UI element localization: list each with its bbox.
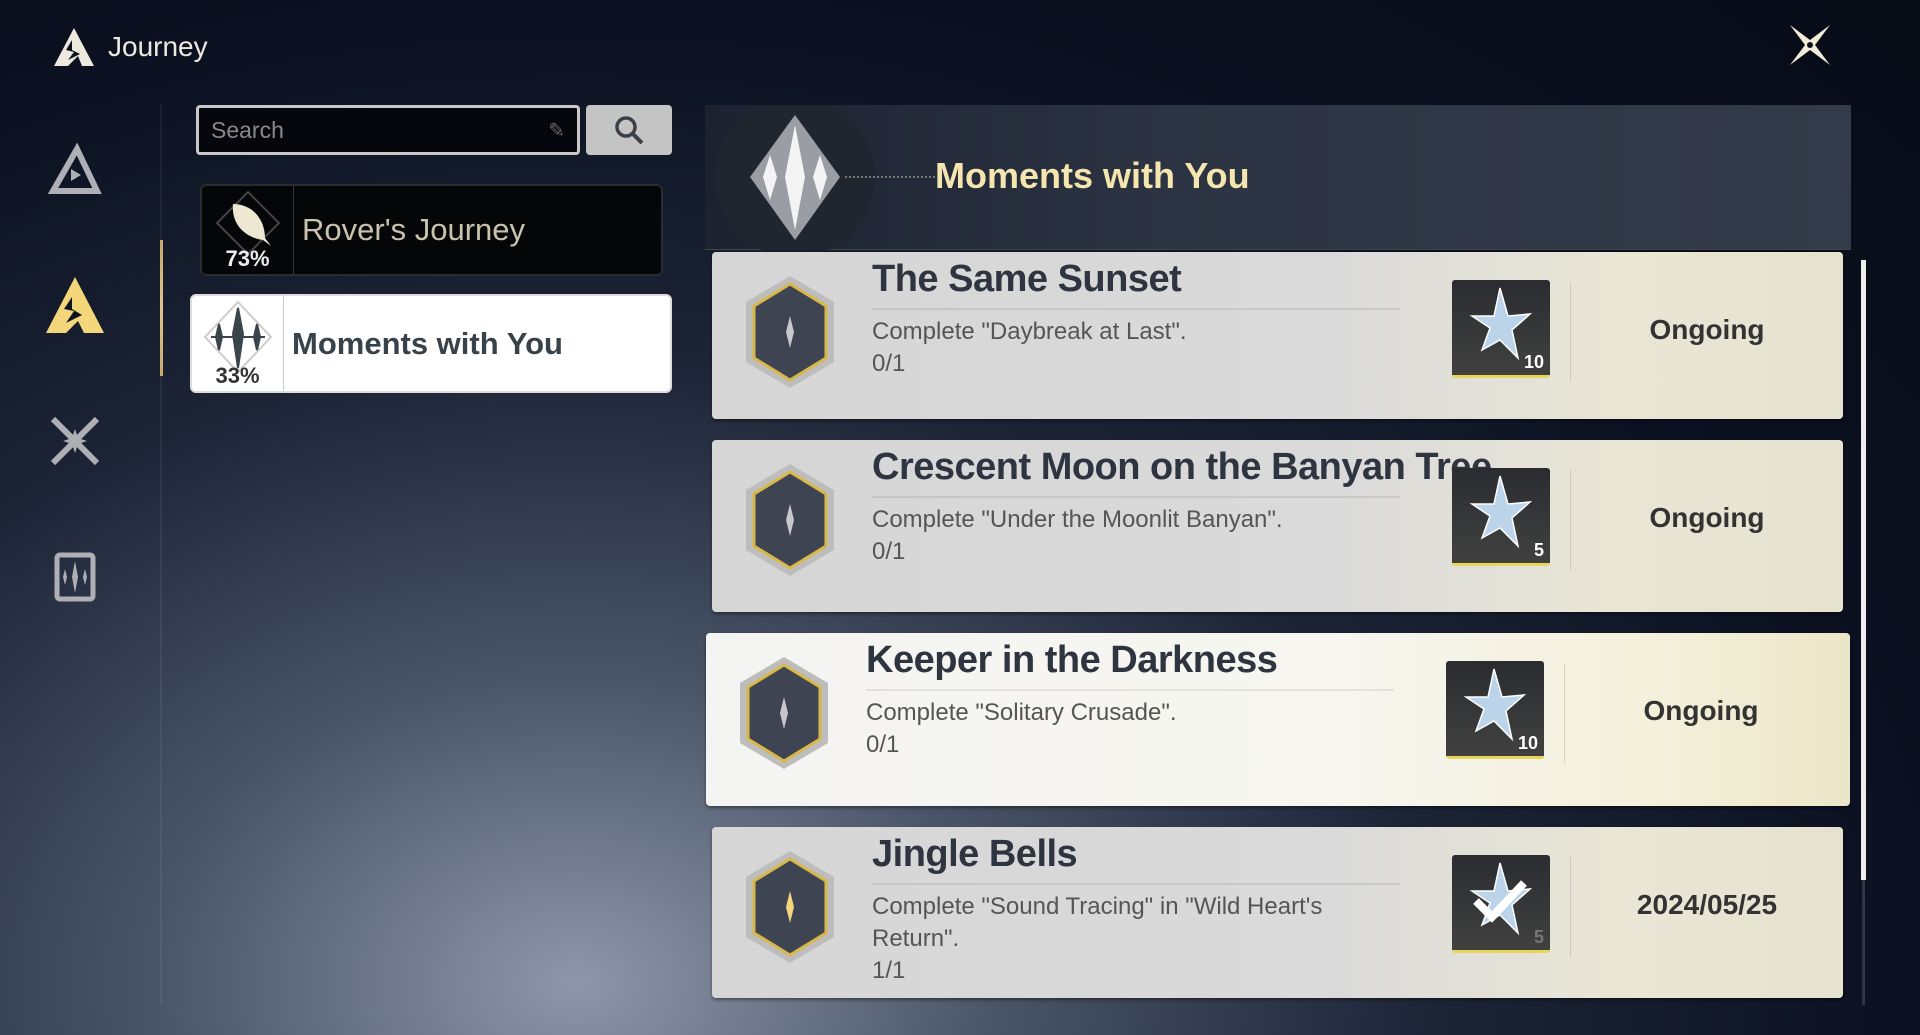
reward-count: 10 bbox=[1523, 352, 1544, 372]
reward-count: 10 bbox=[1517, 733, 1538, 753]
achievement-title: Jingle Bells bbox=[872, 833, 1078, 875]
reward-count: 5 bbox=[1533, 540, 1544, 560]
reward-item[interactable]: 5 bbox=[1452, 468, 1550, 566]
achievement-status: 2024/05/25 bbox=[1636, 889, 1778, 920]
category-icon-wrap: 33% bbox=[192, 296, 284, 391]
claimed-check-icon bbox=[1473, 880, 1527, 923]
status-divider bbox=[1570, 282, 1571, 382]
nav-active-indicator bbox=[160, 240, 163, 376]
achievement-badge-icon bbox=[746, 851, 834, 963]
edit-icon: ✎ bbox=[548, 119, 565, 142]
reward-item[interactable]: 10 bbox=[1452, 280, 1550, 378]
reward-count: 5 bbox=[1533, 927, 1544, 947]
achievement-title: Keeper in the Darkness bbox=[866, 639, 1278, 681]
category-rovers-journey[interactable]: 73% Rover's Journey bbox=[200, 184, 663, 276]
achievement-card[interactable]: The Same Sunset Complete "Daybreak at La… bbox=[712, 252, 1843, 419]
achievement-status: Ongoing bbox=[1649, 314, 1765, 345]
achievement-status: Ongoing bbox=[1649, 502, 1765, 533]
status-divider bbox=[1564, 663, 1565, 763]
journey-mountain-icon bbox=[46, 277, 104, 333]
status-divider bbox=[1570, 857, 1571, 957]
moments-emblem-icon bbox=[715, 105, 935, 250]
banner-title: Moments with You bbox=[935, 155, 1250, 196]
category-label: Rover's Journey bbox=[302, 212, 526, 247]
nav-item-battle[interactable] bbox=[44, 410, 106, 472]
close-x-icon bbox=[1790, 25, 1830, 65]
scrollbar-thumb[interactable] bbox=[1861, 260, 1866, 880]
achievement-card[interactable]: Keeper in the Darkness Complete "Solitar… bbox=[706, 633, 1850, 806]
card-sparkle-icon bbox=[54, 552, 96, 602]
category-banner: Moments with You bbox=[705, 105, 1851, 250]
achievement-description: Complete "Solitary Crusade". bbox=[866, 699, 1177, 726]
achievement-description: Complete "Sound Tracing" in "Wild Heart'… bbox=[872, 893, 1323, 952]
achievement-description: Complete "Daybreak at Last". bbox=[872, 318, 1187, 345]
triangle-play-icon bbox=[47, 143, 102, 194]
journey-logo-icon bbox=[54, 28, 94, 66]
category-progress: 33% bbox=[215, 363, 260, 388]
achievement-progress: 1/1 bbox=[872, 957, 906, 984]
category-moments-with-you[interactable]: 33% Moments with You bbox=[190, 294, 672, 393]
category-progress: 73% bbox=[225, 246, 270, 271]
title-divider bbox=[872, 883, 1400, 885]
achievement-progress: 0/1 bbox=[872, 350, 906, 377]
achievement-badge-icon bbox=[746, 464, 834, 576]
achievement-title: The Same Sunset bbox=[872, 258, 1182, 300]
search-button[interactable] bbox=[586, 105, 672, 155]
achievement-card[interactable]: Jingle Bells Complete "Sound Tracing" in… bbox=[712, 827, 1843, 998]
title-divider bbox=[872, 496, 1400, 498]
achievement-badge-icon bbox=[746, 276, 834, 388]
title-divider bbox=[866, 689, 1394, 691]
app-title: Journey bbox=[52, 26, 208, 68]
app-title-text: Journey bbox=[108, 31, 208, 62]
category-label: Moments with You bbox=[292, 325, 563, 361]
achievement-status: Ongoing bbox=[1643, 695, 1759, 726]
nav-item-journey[interactable] bbox=[44, 274, 106, 336]
reward-item[interactable]: 10 bbox=[1446, 661, 1544, 759]
search-input[interactable] bbox=[211, 116, 511, 144]
achievement-description: Complete "Under the Moonlit Banyan". bbox=[872, 506, 1283, 533]
achievement-progress: 0/1 bbox=[866, 731, 900, 758]
reward-item[interactable]: 5 bbox=[1452, 855, 1550, 953]
achievement-progress: 0/1 bbox=[872, 538, 906, 565]
search-field[interactable]: ✎ bbox=[196, 105, 580, 155]
achievement-title: Crescent Moon on the Banyan Tree bbox=[872, 446, 1492, 488]
crossed-swords-icon bbox=[50, 416, 100, 466]
category-icon-wrap: 73% bbox=[202, 186, 294, 274]
search-icon bbox=[615, 116, 644, 145]
achievement-badge-icon bbox=[740, 657, 828, 769]
nav-item-cards[interactable] bbox=[44, 546, 106, 608]
status-divider bbox=[1570, 470, 1571, 570]
nav-item-overview[interactable] bbox=[44, 140, 106, 202]
achievement-card[interactable]: Crescent Moon on the Banyan Tree Complet… bbox=[712, 440, 1843, 612]
title-divider bbox=[872, 308, 1400, 310]
close-button[interactable] bbox=[1785, 20, 1835, 75]
